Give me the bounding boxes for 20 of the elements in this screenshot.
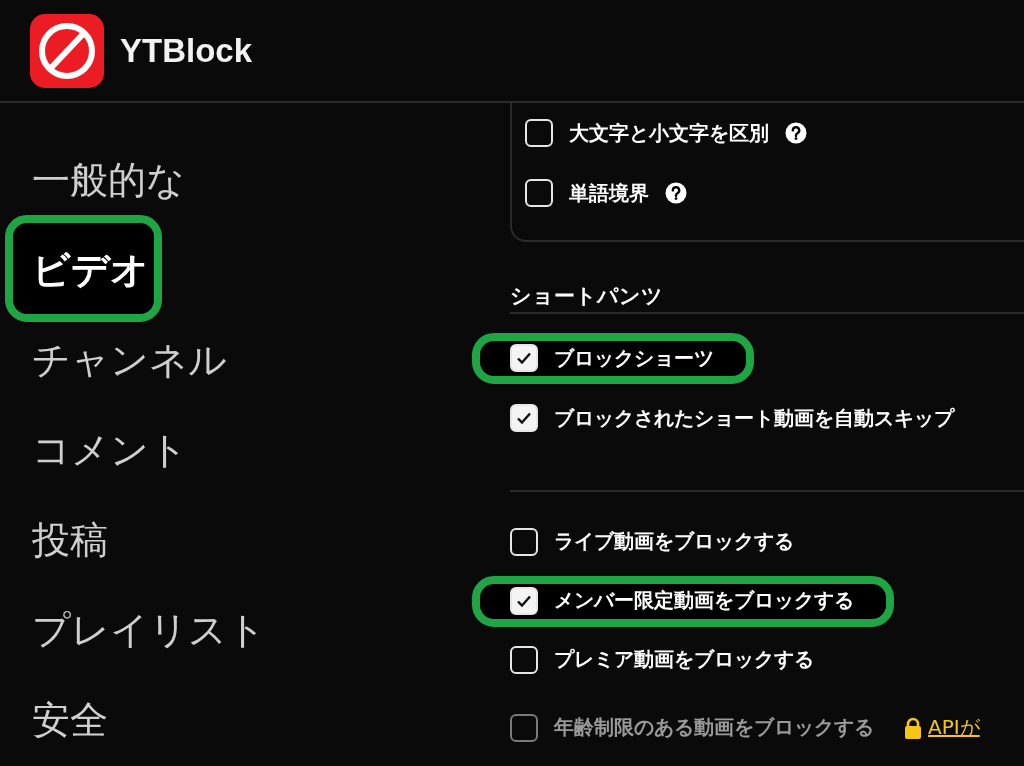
- sidebar-item[interactable]: コメント: [32, 427, 188, 473]
- option-label: 大文字と小文字を区別: [569, 119, 769, 147]
- section-heading: ショートパンツ: [510, 283, 664, 310]
- sidebar-item[interactable]: ビデオ: [32, 247, 149, 293]
- option-label: ブロックショーツ: [554, 344, 714, 372]
- help-icon[interactable]: [665, 182, 687, 204]
- option-label: 単語境界: [569, 179, 649, 207]
- sidebar-item[interactable]: チャンネル: [32, 337, 227, 383]
- help-icon[interactable]: [785, 122, 807, 144]
- option-label: 年齢制限のある動画をブロックする: [554, 714, 874, 741]
- logo-icon: [30, 13, 104, 88]
- option-label: メンバー限定動画をブロックする: [554, 587, 854, 614]
- sidebar-item[interactable]: 安全: [32, 697, 108, 743]
- option-label: プレミア動画をブロックする: [554, 646, 814, 673]
- app-name: YTBlock: [120, 31, 253, 70]
- sidebar-item[interactable]: 投稿: [32, 517, 108, 563]
- option-label: ブロックされたショート動画を自動スキップ: [554, 404, 954, 432]
- sidebar-item[interactable]: プレイリスト: [32, 607, 266, 653]
- option-label: ライブ動画をブロックする: [554, 528, 794, 555]
- sidebar-item[interactable]: 一般的な: [32, 157, 185, 203]
